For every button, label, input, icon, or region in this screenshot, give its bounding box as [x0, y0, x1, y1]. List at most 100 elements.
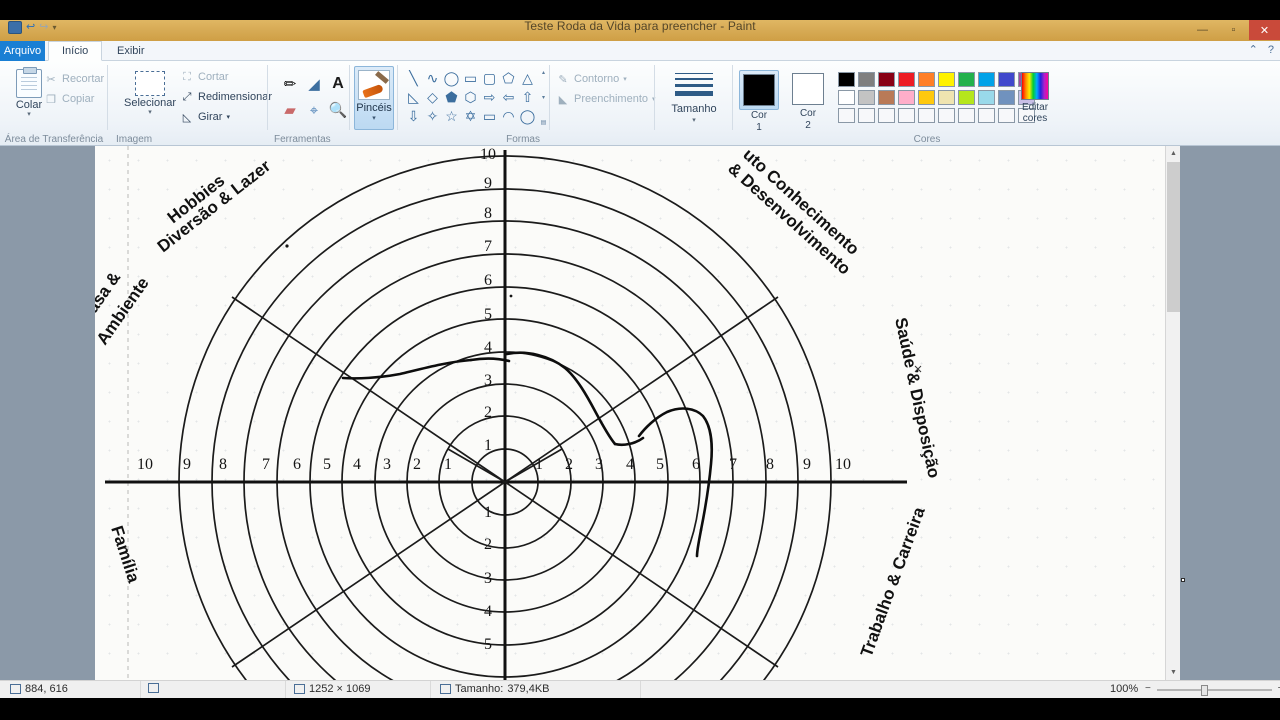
polygon-shape[interactable]: ⬠: [499, 69, 518, 88]
scroll-down-icon[interactable]: ▾: [542, 94, 545, 101]
save-icon[interactable]: [8, 20, 22, 34]
palette-swatch-r2-c5[interactable]: [918, 90, 935, 105]
palette-swatch-r3-c6[interactable]: [938, 108, 955, 123]
line-shape[interactable]: ╲: [404, 69, 423, 88]
scrollbar-thumb[interactable]: [1167, 162, 1180, 312]
customize-dropdown-icon[interactable]: ▾: [52, 23, 56, 32]
palette-swatch-r1-c3[interactable]: [878, 72, 895, 87]
color-1-swatch[interactable]: [743, 74, 775, 106]
palette-swatch-r1-c6[interactable]: [938, 72, 955, 87]
diamond-shape[interactable]: ◇: [423, 88, 442, 107]
fill-icon[interactable]: ◢: [302, 71, 326, 97]
ellipse-shape[interactable]: ◯: [442, 69, 461, 88]
zoom-out-icon[interactable]: −: [1145, 683, 1151, 694]
more-shapes-icon[interactable]: ▤: [541, 119, 547, 126]
palette-swatch-r1-c7[interactable]: [958, 72, 975, 87]
palette-swatch-r3-c9[interactable]: [998, 108, 1015, 123]
scroll-down-arrow-icon[interactable]: ▼: [1166, 665, 1180, 680]
color-picker-icon[interactable]: ⌖: [302, 97, 326, 123]
palette-swatch-r3-c4[interactable]: [898, 108, 915, 123]
scroll-up-arrow-icon[interactable]: ▲: [1166, 146, 1180, 161]
palette-swatch-r2-c3[interactable]: [878, 90, 895, 105]
five-point-star-shape[interactable]: ☆: [442, 107, 461, 126]
outline-dropdown-arrow[interactable]: ▾: [623, 75, 627, 83]
cut-button[interactable]: ✂ Recortar: [44, 72, 104, 86]
palette-swatch-r1-c5[interactable]: [918, 72, 935, 87]
fill-button[interactable]: ◣ Preenchimento ▾: [556, 92, 656, 106]
palette-swatch-r2-c8[interactable]: [978, 90, 995, 105]
palette-swatch-r1-c8[interactable]: [978, 72, 995, 87]
canvas-vertical-scrollbar[interactable]: ▲ ▼: [1165, 146, 1180, 680]
brushes-button[interactable]: Pincéis ▾: [354, 66, 394, 130]
palette-swatch-r2-c7[interactable]: [958, 90, 975, 105]
pencil-icon[interactable]: ✏: [278, 71, 302, 97]
four-point-star-shape[interactable]: ✧: [423, 107, 442, 126]
zoom-slider[interactable]: − +: [1145, 682, 1280, 696]
palette-swatch-r1-c4[interactable]: [898, 72, 915, 87]
color-2-swatch[interactable]: [792, 73, 824, 105]
palette-swatch-r3-c2[interactable]: [858, 108, 875, 123]
select-button[interactable]: Selecionar ▾: [114, 71, 186, 116]
tab-exibir[interactable]: Exibir: [104, 41, 158, 61]
size-dropdown-arrow[interactable]: ▾: [655, 116, 733, 124]
palette-swatch-r1-c2[interactable]: [858, 72, 875, 87]
palette-swatch-r3-c8[interactable]: [978, 108, 995, 123]
arrow-right-shape[interactable]: ⇨: [480, 88, 499, 107]
select-dropdown-arrow[interactable]: ▾: [148, 109, 152, 116]
drawing-canvas[interactable]: .ring { fill:none; stroke:#1b1b1b; strok…: [95, 146, 1180, 680]
color-2-button[interactable]: Cor 2: [792, 73, 824, 132]
palette-swatch-r1-c1[interactable]: [838, 72, 855, 87]
redo-icon[interactable]: ↪: [39, 21, 48, 33]
callout-cloud-shape[interactable]: ◯: [518, 107, 537, 126]
rotate-button[interactable]: ◺ Girar ▾: [180, 110, 230, 124]
brushes-dropdown-arrow[interactable]: ▾: [372, 114, 376, 122]
undo-icon[interactable]: ↩: [26, 21, 35, 33]
right-triangle-shape[interactable]: ◺: [404, 88, 423, 107]
help-icon[interactable]: ?: [1268, 44, 1274, 56]
rectangle-shape[interactable]: ▭: [461, 69, 480, 88]
close-button[interactable]: ✕: [1249, 20, 1280, 40]
rotate-dropdown-arrow[interactable]: ▾: [226, 113, 230, 121]
tab-arquivo[interactable]: Arquivo: [0, 41, 45, 61]
color-palette[interactable]: [837, 71, 1037, 125]
paste-dropdown-arrow[interactable]: ▾: [27, 111, 31, 118]
palette-swatch-r3-c7[interactable]: [958, 108, 975, 123]
shapes-scroll-controls[interactable]: ▴ ▾ ▤: [539, 69, 548, 126]
copy-button[interactable]: ❐ Copiar: [44, 92, 94, 106]
callout-rounded-shape[interactable]: ▭: [480, 107, 499, 126]
palette-swatch-r2-c9[interactable]: [998, 90, 1015, 105]
canvas-resize-handle[interactable]: [1181, 578, 1185, 582]
size-label[interactable]: Tamanho: [655, 103, 733, 115]
magnifier-icon[interactable]: 🔍: [326, 97, 350, 123]
pentagon-shape[interactable]: ⬟: [442, 88, 461, 107]
six-point-star-shape[interactable]: ✡: [461, 107, 480, 126]
palette-swatch-r1-c9[interactable]: [998, 72, 1015, 87]
zoom-slider-track[interactable]: [1157, 689, 1272, 691]
arrow-up-shape[interactable]: ⇧: [518, 88, 537, 107]
palette-swatch-r2-c4[interactable]: [898, 90, 915, 105]
outline-button[interactable]: ✎ Contorno ▾: [556, 72, 627, 86]
hexagon-shape[interactable]: ⬡: [461, 88, 480, 107]
quick-access-toolbar[interactable]: ↩ ↪ ▾: [8, 20, 56, 34]
minimize-button[interactable]: —: [1187, 20, 1218, 40]
zoom-slider-knob[interactable]: [1201, 685, 1208, 696]
color-1-button[interactable]: Cor 1: [739, 70, 779, 134]
crop-button[interactable]: ⛶ Cortar: [180, 70, 228, 84]
rounded-rectangle-shape[interactable]: ▢: [480, 69, 499, 88]
chevron-up-icon[interactable]: ⌃: [1249, 43, 1258, 56]
maximize-button[interactable]: ▫: [1218, 20, 1249, 40]
eraser-icon[interactable]: ▰: [278, 97, 302, 123]
wheel-of-life-diagram[interactable]: .ring { fill:none; stroke:#1b1b1b; strok…: [95, 146, 1180, 680]
edit-colors-button[interactable]: Editar cores: [1021, 72, 1049, 124]
palette-swatch-r3-c3[interactable]: [878, 108, 895, 123]
callout-oval-shape[interactable]: ◠: [499, 107, 518, 126]
palette-swatch-r2-c6[interactable]: [938, 90, 955, 105]
tool-grid[interactable]: ✏ ◢ A ▰ ⌖ 🔍: [278, 71, 350, 123]
shape-grid[interactable]: ╲ ∿ ◯ ▭ ▢ ⬠ △ ◺ ◇ ⬟ ⬡ ⇨ ⇦ ⇧ ⇩ ✧ ☆ ✡ ▭ ◠: [404, 69, 537, 126]
palette-swatch-r2-c2[interactable]: [858, 90, 875, 105]
palette-swatch-r3-c5[interactable]: [918, 108, 935, 123]
scroll-up-icon[interactable]: ▴: [542, 69, 545, 76]
ribbon-help-icons[interactable]: ⌃ ?: [1249, 43, 1274, 57]
curve-shape[interactable]: ∿: [423, 69, 442, 88]
palette-swatch-r3-c1[interactable]: [838, 108, 855, 123]
